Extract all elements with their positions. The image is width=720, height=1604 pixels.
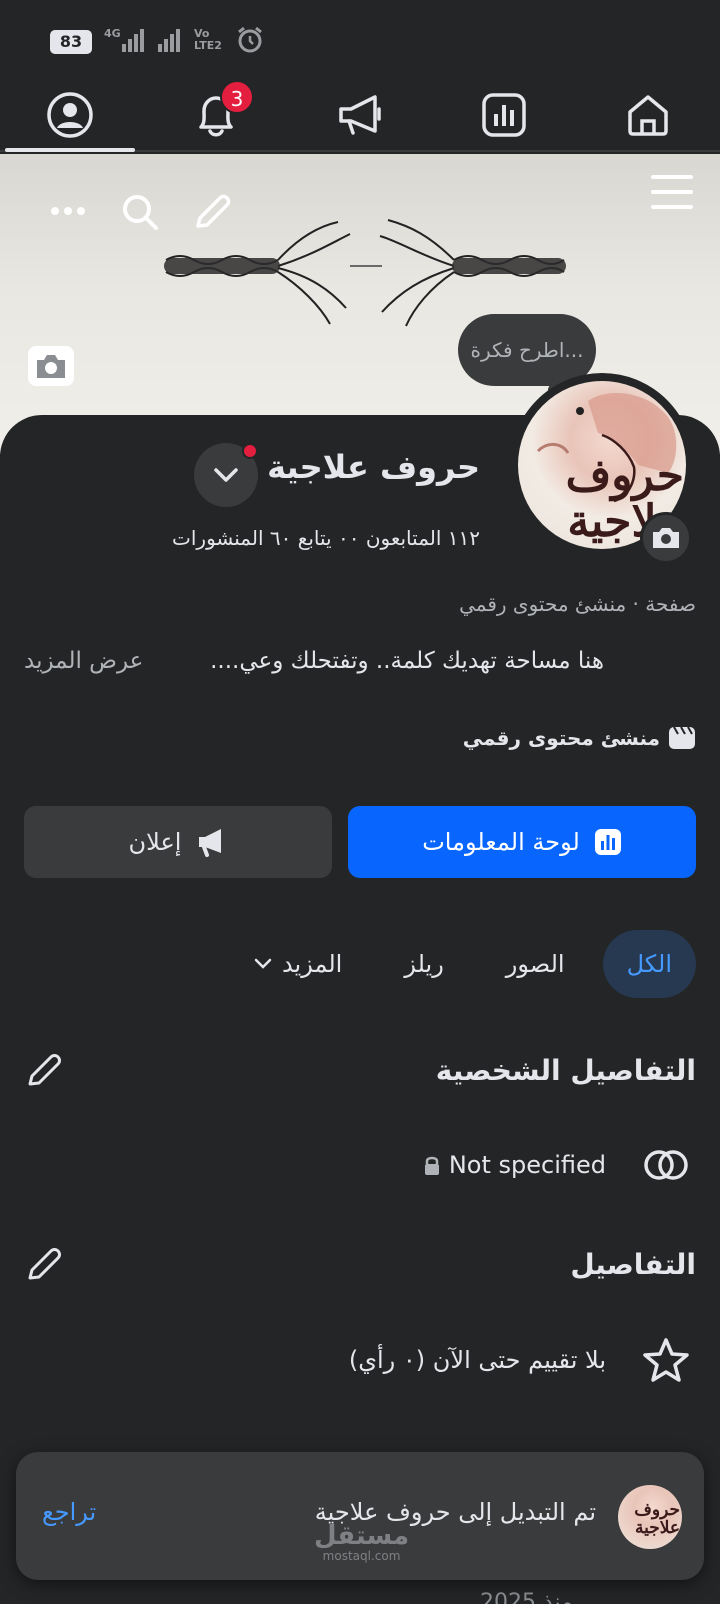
page-title: حروف علاجية	[267, 448, 480, 486]
filter-more-label: المزيد	[281, 950, 343, 978]
chevron-down-icon	[254, 958, 272, 969]
cover-camera-button[interactable]	[28, 346, 74, 386]
tab-profile[interactable]	[5, 80, 135, 152]
relationship-icon-wrap	[636, 1135, 696, 1195]
filter-all[interactable]: الكل	[602, 930, 696, 998]
watermark-ar: مستقل	[314, 1521, 410, 1551]
battery-indicator: 83	[50, 30, 92, 54]
switch-profile-dropdown[interactable]	[194, 443, 258, 507]
relationship-value: Not specified	[423, 1151, 606, 1179]
alarm-icon	[238, 26, 262, 53]
idea-bubble[interactable]: اطرح فكرة...	[458, 314, 596, 396]
insights-icon	[594, 829, 621, 855]
clapperboard-icon	[669, 726, 695, 749]
network-type-4g: 4G	[104, 27, 121, 40]
camera-icon	[653, 528, 679, 548]
search-icon	[123, 195, 158, 230]
tab-insights[interactable]	[454, 80, 554, 150]
filter-photos[interactable]: الصور	[482, 930, 589, 998]
unread-dot	[242, 443, 258, 459]
advertise-button[interactable]: إعلان	[24, 806, 332, 878]
edit-details-button[interactable]	[24, 1244, 64, 1284]
personal-details-title: التفاصيل الشخصية	[435, 1054, 696, 1087]
details-title: التفاصيل	[570, 1248, 696, 1281]
dashboard-button[interactable]: لوحة المعلومات	[348, 806, 696, 878]
tab-notifications[interactable]: 3	[166, 80, 266, 150]
pencil-icon	[196, 194, 231, 228]
search-button[interactable]	[118, 190, 162, 234]
tab-home[interactable]	[598, 80, 698, 150]
toast-avatar: حروف علاجية	[618, 1485, 682, 1549]
undo-button[interactable]: تراجع	[42, 1498, 96, 1526]
pencil-icon	[28, 1248, 61, 1280]
megaphone-icon	[339, 95, 381, 135]
menu-button[interactable]	[648, 168, 696, 216]
edit-personal-details-button[interactable]	[24, 1050, 64, 1090]
peek-text: منذ 2025	[480, 1590, 573, 1604]
toast-avatar-text: حروف علاجية	[634, 1500, 680, 1538]
rating-icon-wrap	[636, 1330, 696, 1390]
content-filters: الكل الصور ريلز المزيد	[216, 930, 696, 998]
profile-camera-button[interactable]	[640, 512, 692, 564]
lock-icon	[424, 1156, 439, 1175]
pencil-icon	[28, 1054, 61, 1086]
star-icon	[643, 1338, 689, 1382]
creator-label: منشئ محتوى رقمي	[462, 726, 660, 750]
camera-icon	[37, 355, 65, 378]
status-bar: 83 4G Vo LTE2	[0, 0, 720, 80]
edit-cover-button[interactable]	[190, 190, 234, 234]
relationship-icon	[644, 1150, 688, 1180]
creator-row: منشئ محتوى رقمي	[463, 726, 696, 750]
watermark-en: mostaql.com	[322, 1549, 401, 1563]
home-icon	[628, 95, 668, 136]
relationship-row: Not specified	[24, 1135, 696, 1195]
insights-icon	[482, 93, 526, 137]
more-options-button[interactable]	[48, 196, 88, 226]
volte-indicator: Vo LTE2	[194, 27, 222, 52]
chevron-down-icon	[214, 468, 238, 482]
advertise-label: إعلان	[128, 828, 182, 856]
megaphone-icon	[199, 829, 222, 857]
top-nav: 3	[0, 80, 720, 152]
hamburger-icon	[651, 175, 693, 209]
filter-reels[interactable]: ريلز	[380, 930, 467, 998]
filter-more[interactable]: المزيد	[230, 930, 366, 998]
rating-text: بلا تقييم حتى الآن (٠ رأي)	[348, 1346, 606, 1374]
dashboard-label: لوحة المعلومات	[422, 828, 580, 856]
signal-icon	[122, 28, 144, 52]
rating-row: بلا تقييم حتى الآن (٠ رأي)	[24, 1330, 696, 1390]
page-category: صفحة · منشئ محتوى رقمي	[459, 592, 696, 616]
notification-badge: 3	[220, 80, 254, 114]
profile-stats[interactable]: ١١٢ المتابعون ٠٠ يتابع ٦٠ المنشورات	[172, 526, 480, 550]
tab-ads[interactable]	[310, 80, 410, 150]
relationship-text: Not specified	[448, 1151, 606, 1179]
watermark-logo: مستقل mostaql.com	[314, 1523, 409, 1563]
signal-icon-2	[158, 28, 180, 52]
bio-text: هنا مساحة تهديك كلمة.. وتفتحلك وعي....	[210, 648, 604, 674]
profile-icon	[47, 92, 93, 138]
more-icon	[51, 207, 85, 215]
see-more-link[interactable]: عرض المزيد	[24, 648, 143, 674]
